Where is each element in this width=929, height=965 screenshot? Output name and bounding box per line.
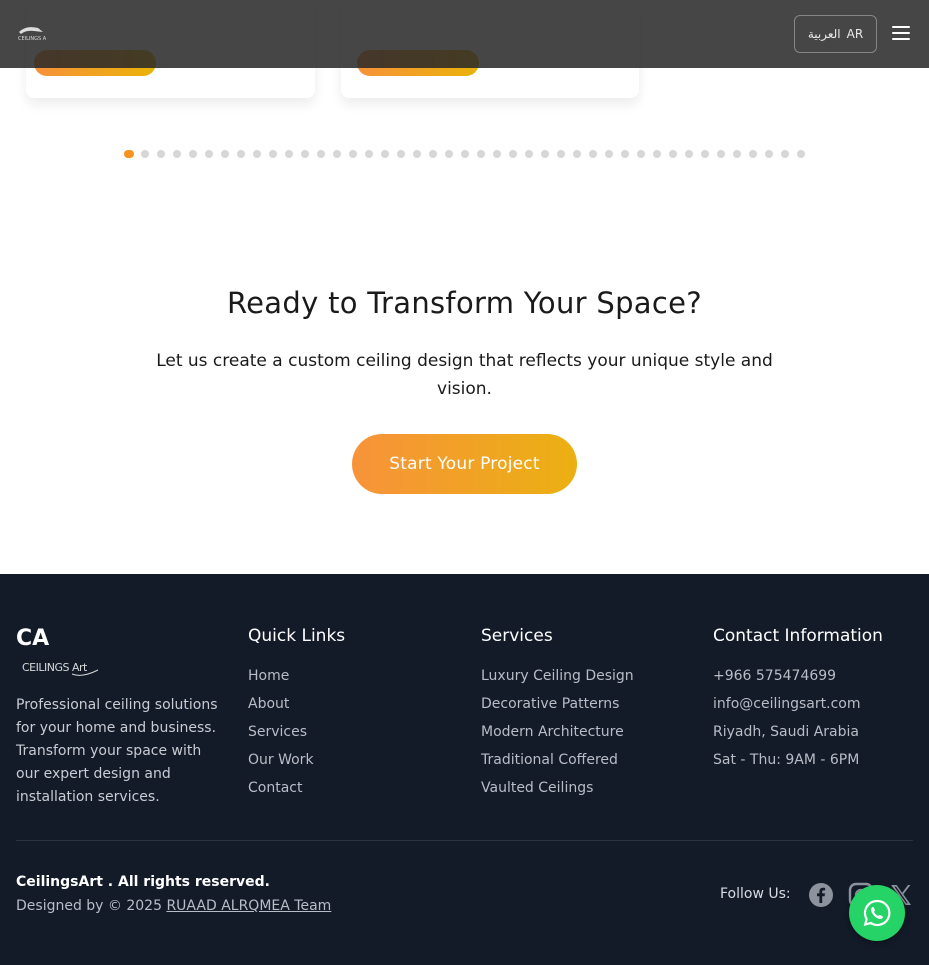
contact-hours: Sat - Thu: 9AM - 6PM (713, 752, 860, 768)
services-heading: Services (481, 626, 553, 646)
site-footer: CA CEILINGS Art Professional ceiling sol… (0, 574, 929, 965)
carousel-dot[interactable] (269, 150, 277, 158)
service-link[interactable]: Traditional Coffered (481, 750, 634, 778)
follow-us-label: Follow Us: (720, 886, 791, 902)
quick-links-list: Home About Services Our Work Contact (248, 666, 314, 806)
carousel-dot[interactable] (733, 150, 741, 158)
carousel-dot[interactable] (173, 150, 181, 158)
copyright-text: CeilingsArt . All rights reserved. (16, 874, 270, 890)
carousel-dot[interactable] (797, 150, 805, 158)
menu-icon[interactable] (892, 26, 910, 42)
designed-by-text: Designed by © 2025 RUAAD ALRQMEA Team (16, 898, 331, 914)
language-code: AR (846, 27, 864, 41)
carousel-dot[interactable] (157, 150, 165, 158)
carousel-dot[interactable] (237, 150, 245, 158)
carousel-pagination (124, 150, 813, 158)
designed-by-prefix: Designed by © 2025 (16, 898, 162, 914)
carousel-dot[interactable] (413, 150, 421, 158)
carousel-dot[interactable] (205, 150, 213, 158)
facebook-icon[interactable] (808, 882, 834, 908)
footer-link-home[interactable]: Home (248, 666, 314, 694)
ceilingsart-logo-icon[interactable]: CEILINGS Art (16, 24, 46, 42)
menu-bar (892, 38, 910, 40)
carousel-dot[interactable] (637, 150, 645, 158)
cta-title: Ready to Transform Your Space? (227, 286, 702, 320)
carousel-dot[interactable] (493, 150, 501, 158)
carousel-dot[interactable] (605, 150, 613, 158)
menu-bar (892, 32, 910, 34)
quick-links-heading: Quick Links (248, 626, 346, 646)
carousel-dot[interactable] (285, 150, 293, 158)
contact-location: Riyadh, Saudi Arabia (713, 724, 859, 740)
footer-divider (16, 840, 913, 841)
carousel-dot[interactable] (317, 150, 325, 158)
carousel-dot[interactable] (333, 150, 341, 158)
footer-link-contact[interactable]: Contact (248, 778, 314, 806)
contact-phone[interactable]: +966 575474699 (713, 666, 860, 694)
footer-link-about[interactable]: About (248, 694, 314, 722)
carousel-dot[interactable] (701, 150, 709, 158)
carousel-dot[interactable] (253, 150, 261, 158)
service-link[interactable]: Luxury Ceiling Design (481, 666, 634, 694)
service-link[interactable]: Decorative Patterns (481, 694, 634, 722)
carousel-dot[interactable] (429, 150, 437, 158)
logo-glyph-text: CEILINGS Art (18, 36, 46, 42)
services-list: Luxury Ceiling Design Decorative Pattern… (481, 666, 634, 806)
carousel-dot[interactable] (525, 150, 533, 158)
start-project-button[interactable]: Start Your Project (352, 434, 577, 494)
carousel-dot[interactable] (685, 150, 693, 158)
carousel-dot[interactable] (749, 150, 757, 158)
footer-logo-ca: CA (16, 626, 50, 651)
carousel-dot-active[interactable] (124, 150, 134, 158)
language-switch-button[interactable]: العربية AR (794, 15, 877, 53)
carousel-dot[interactable] (669, 150, 677, 158)
carousel-dot[interactable] (349, 150, 357, 158)
menu-bar (892, 26, 910, 28)
contact-email[interactable]: info@ceilingsart.com (713, 694, 860, 722)
whatsapp-button[interactable] (849, 885, 905, 941)
footer-link-our-work[interactable]: Our Work (248, 750, 314, 778)
footer-logo-wordmark: CEILINGS Art (22, 661, 88, 674)
carousel-dot[interactable] (221, 150, 229, 158)
carousel-dot[interactable] (397, 150, 405, 158)
designer-link[interactable]: RUAAD ALRQMEA Team (166, 898, 331, 914)
carousel-dot[interactable] (189, 150, 197, 158)
carousel-dot[interactable] (557, 150, 565, 158)
carousel-dot[interactable] (573, 150, 581, 158)
carousel-dot[interactable] (301, 150, 309, 158)
footer-logo-icon: CEILINGS Art (22, 661, 99, 676)
carousel-dot[interactable] (365, 150, 373, 158)
carousel-dot[interactable] (653, 150, 661, 158)
carousel-dot[interactable] (717, 150, 725, 158)
carousel-dot[interactable] (765, 150, 773, 158)
carousel-dot[interactable] (621, 150, 629, 158)
contact-heading: Contact Information (713, 626, 883, 646)
language-ar-label: العربية (807, 27, 841, 41)
contact-list: +966 575474699 info@ceilingsart.com Riya… (713, 666, 860, 778)
carousel-dot[interactable] (541, 150, 549, 158)
cta-description: Let us create a custom ceiling design th… (156, 351, 773, 399)
carousel-dot[interactable] (445, 150, 453, 158)
footer-link-services[interactable]: Services (248, 722, 314, 750)
carousel-dot[interactable] (141, 150, 149, 158)
carousel-dot[interactable] (461, 150, 469, 158)
whatsapp-icon (863, 899, 891, 927)
carousel-dot[interactable] (381, 150, 389, 158)
service-link[interactable]: Modern Architecture (481, 722, 634, 750)
carousel-dot[interactable] (589, 150, 597, 158)
top-header: CEILINGS Art العربية AR (0, 0, 929, 68)
carousel-dot[interactable] (509, 150, 517, 158)
footer-description: Professional ceiling solutions for your … (16, 697, 218, 805)
carousel-dot[interactable] (781, 150, 789, 158)
carousel-dot[interactable] (477, 150, 485, 158)
service-link[interactable]: Vaulted Ceilings (481, 778, 634, 806)
